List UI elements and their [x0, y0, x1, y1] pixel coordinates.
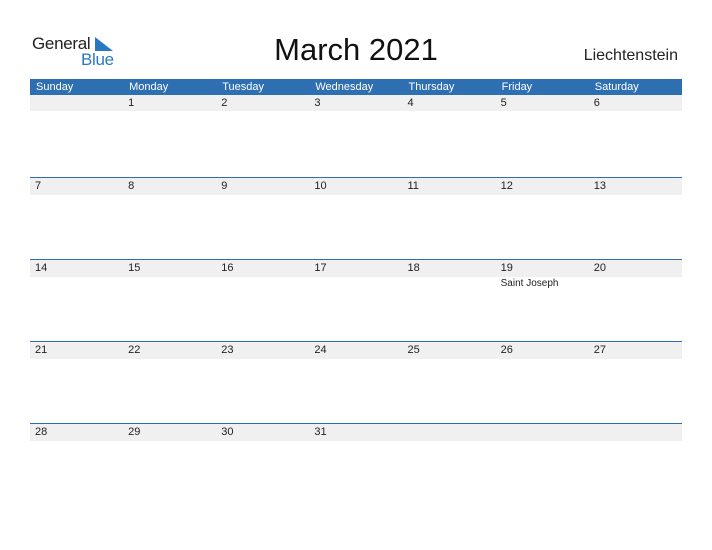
day-cell: [496, 424, 589, 441]
holiday-saint-joseph: Saint Joseph: [500, 278, 559, 289]
day-cell: 22: [128, 344, 141, 356]
week-row: 1 2 3 4 5 6: [30, 95, 682, 177]
day-cell: 25: [407, 344, 420, 356]
day-cell: 7: [35, 180, 42, 192]
day-cell: 16: [221, 262, 234, 274]
day-cell: 2: [221, 97, 228, 109]
day-cell: 28: [35, 426, 48, 438]
event-label: [216, 277, 309, 290]
day-cell: 14: [35, 262, 48, 274]
day-cell: 13: [593, 180, 606, 192]
day-cell: 21: [35, 344, 48, 356]
calendar-grid: Sunday Monday Tuesday Wednesday Thursday…: [30, 79, 682, 505]
day-cell: 24: [314, 344, 327, 356]
day-cell: 19: [500, 262, 513, 274]
day-cell: 3: [314, 97, 321, 109]
day-cell: 29: [128, 426, 141, 438]
day-cell: 23: [221, 344, 234, 356]
weekday-friday: Friday: [501, 81, 533, 93]
day-cell: 8: [128, 180, 135, 192]
weekday-wednesday: Wednesday: [315, 81, 374, 93]
event-label: [30, 277, 123, 290]
day-cell: 31: [314, 426, 327, 438]
week-row: 7 8 9 10 11 12 13: [30, 177, 682, 259]
day-cell: 11: [407, 180, 419, 192]
weekday-monday: Monday: [129, 81, 169, 93]
day-cell: 10: [314, 180, 327, 192]
day-cell: [403, 424, 496, 441]
day-cell: 5: [500, 97, 507, 109]
weekday-thursday: Thursday: [408, 81, 455, 93]
event-label: [309, 277, 402, 290]
day-cell: 18: [407, 262, 420, 274]
day-cell: 4: [407, 97, 414, 109]
day-cell: [589, 424, 682, 441]
country-label: Liechtenstein: [583, 47, 678, 64]
day-cell: 6: [593, 97, 600, 109]
event-label: [403, 277, 496, 290]
day-cell: 26: [500, 344, 513, 356]
day-cell: [30, 95, 123, 111]
day-cell: 15: [128, 262, 141, 274]
week-row: 21 22 23 24 25 26 27: [30, 341, 682, 423]
day-cell: 1: [128, 97, 135, 109]
day-cell: 30: [221, 426, 234, 438]
weekday-header: Sunday Monday Tuesday Wednesday Thursday…: [30, 79, 682, 95]
day-cell: 17: [314, 262, 327, 274]
weekday-saturday: Saturday: [594, 81, 639, 93]
weekday-tuesday: Tuesday: [222, 81, 265, 93]
day-cell: 12: [500, 180, 513, 192]
week-row: 14 15 16 17 18 19 20 Saint Joseph: [30, 259, 682, 341]
event-label: [589, 277, 682, 290]
day-cell: 9: [221, 180, 228, 192]
event-label: [123, 277, 216, 290]
day-cell: 20: [593, 262, 606, 274]
weekday-sunday: Sunday: [36, 81, 74, 93]
day-cell: 27: [593, 344, 606, 356]
week-row: 28 29 30 31: [30, 423, 682, 505]
